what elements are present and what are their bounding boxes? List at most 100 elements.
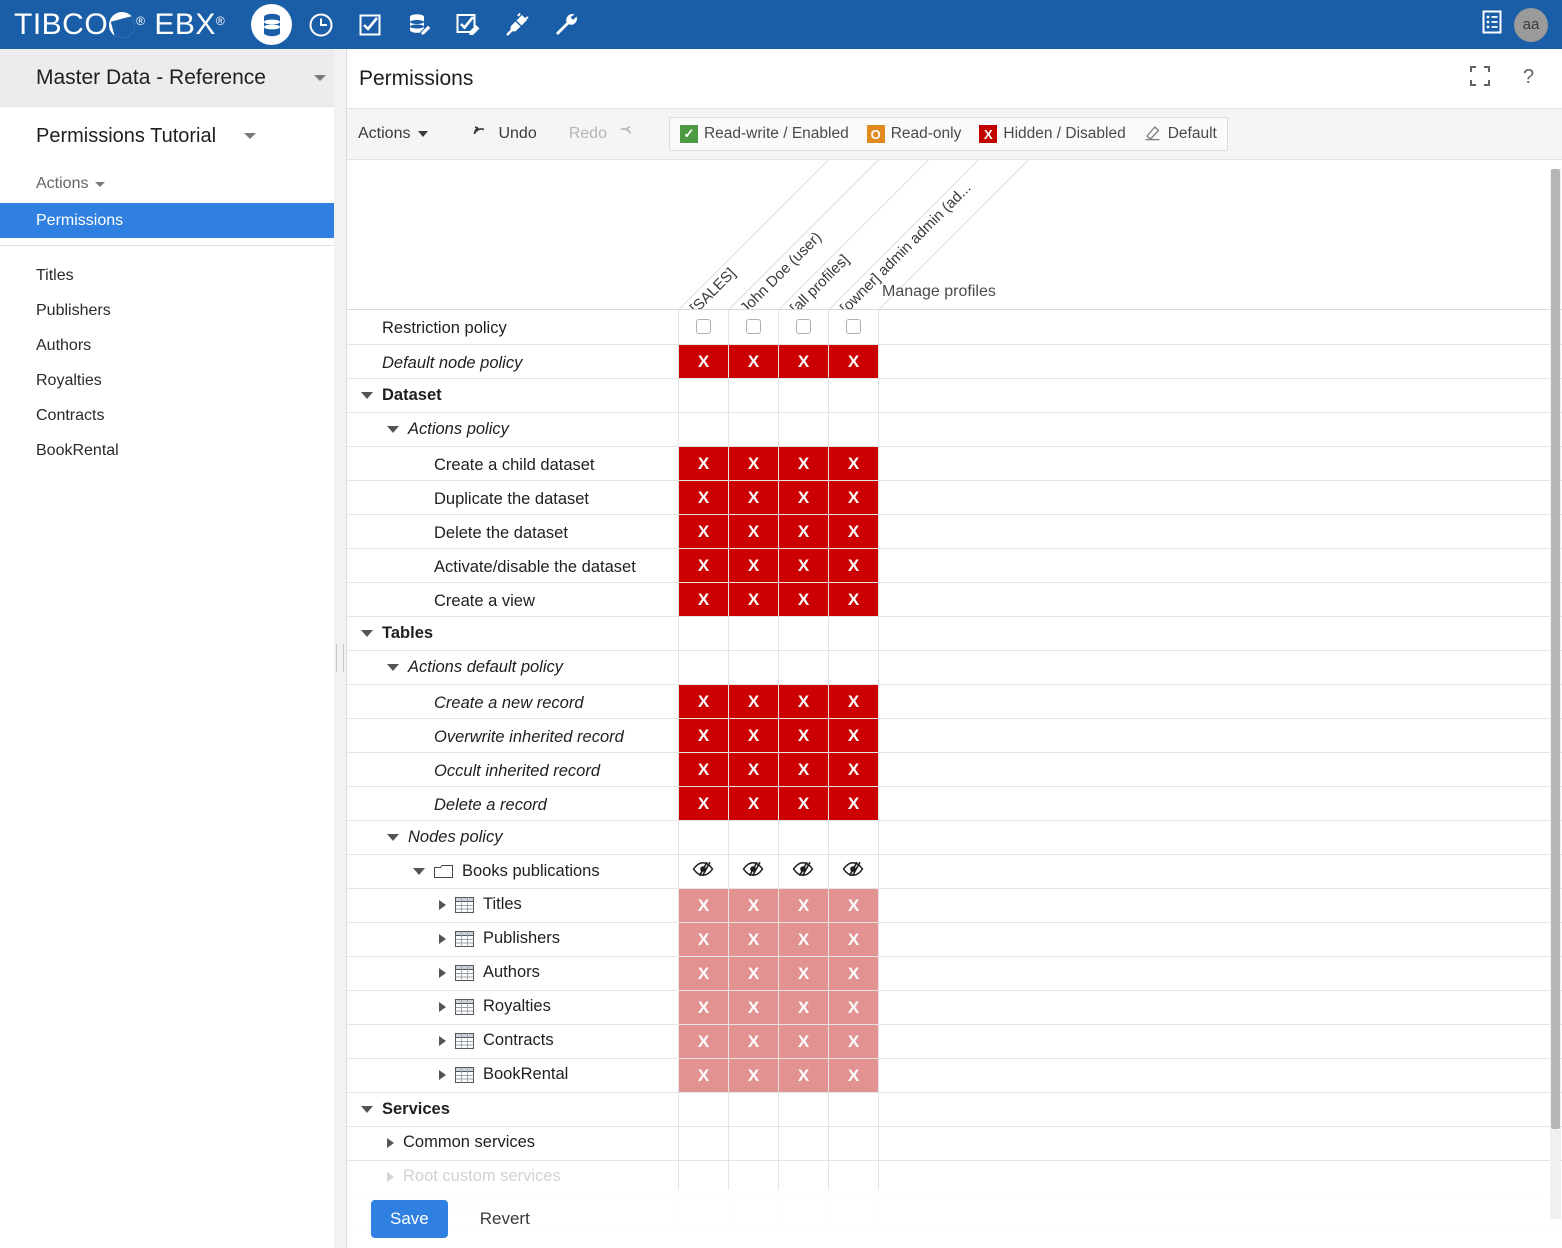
- hidden-disabled-marker[interactable]: X: [828, 990, 879, 1024]
- table-row[interactable]: Overwrite inherited record X X X X: [347, 718, 1562, 753]
- table-row[interactable]: Tables: [347, 616, 1562, 651]
- hidden-disabled-marker[interactable]: X: [828, 344, 879, 378]
- permission-cell[interactable]: X: [677, 888, 729, 923]
- hidden-disabled-marker[interactable]: X: [678, 514, 729, 548]
- hidden-disabled-marker[interactable]: X: [828, 1024, 879, 1058]
- permission-cell[interactable]: X: [727, 1024, 779, 1059]
- hidden-disabled-marker[interactable]: X: [678, 480, 729, 514]
- permission-cell[interactable]: X: [777, 786, 829, 821]
- hidden-disabled-marker[interactable]: X: [728, 684, 779, 718]
- permission-cell[interactable]: X: [777, 752, 829, 787]
- save-button[interactable]: Save: [371, 1200, 448, 1238]
- permission-cell[interactable]: X: [727, 514, 779, 549]
- collapse-triangle-icon[interactable]: [413, 868, 425, 875]
- hidden-disabled-marker[interactable]: X: [728, 446, 779, 480]
- hidden-disabled-marker[interactable]: X: [778, 344, 829, 378]
- permission-cell[interactable]: X: [827, 752, 879, 787]
- hidden-disabled-marker[interactable]: X: [828, 718, 879, 752]
- hidden-disabled-marker[interactable]: X: [828, 956, 879, 990]
- column-header-sales[interactable]: [SALES]: [687, 265, 739, 309]
- redo-button[interactable]: Redo: [569, 125, 632, 144]
- table-row[interactable]: Nodes policy: [347, 820, 1562, 855]
- permission-cell[interactable]: [777, 854, 828, 889]
- restriction-checkbox[interactable]: [745, 319, 761, 335]
- permission-cell[interactable]: X: [677, 344, 729, 379]
- permission-cell[interactable]: [777, 378, 828, 413]
- permission-cell[interactable]: X: [827, 786, 879, 821]
- eye-slash-icon[interactable]: [842, 861, 864, 881]
- table-row[interactable]: Services: [347, 1092, 1562, 1127]
- revert-button[interactable]: Revert: [474, 1208, 536, 1230]
- sidebar-item-contracts[interactable]: Contracts: [0, 398, 340, 433]
- hidden-disabled-marker[interactable]: X: [828, 888, 879, 922]
- hidden-disabled-marker[interactable]: X: [828, 514, 879, 548]
- permission-cell[interactable]: X: [727, 446, 779, 481]
- chevron-down-icon[interactable]: [244, 133, 257, 139]
- permission-cell[interactable]: X: [777, 344, 829, 379]
- permission-cell[interactable]: X: [727, 990, 779, 1025]
- table-row[interactable]: Publishers X X X X: [347, 922, 1562, 957]
- hidden-disabled-marker[interactable]: X: [728, 1024, 779, 1058]
- permission-cell[interactable]: X: [827, 344, 879, 379]
- table-row[interactable]: Root custom services: [347, 1160, 1562, 1195]
- hidden-disabled-marker[interactable]: X: [828, 786, 879, 820]
- hidden-disabled-marker[interactable]: X: [728, 956, 779, 990]
- permission-cell[interactable]: X: [677, 446, 729, 481]
- permission-cell[interactable]: X: [677, 718, 729, 753]
- hidden-disabled-marker[interactable]: X: [778, 922, 829, 956]
- eye-slash-icon[interactable]: [692, 861, 714, 881]
- hidden-disabled-marker[interactable]: X: [728, 582, 779, 616]
- restriction-checkbox[interactable]: [845, 319, 861, 335]
- permission-cell[interactable]: [777, 1160, 828, 1195]
- scrollbar-thumb[interactable]: [1551, 169, 1560, 1129]
- hidden-disabled-marker[interactable]: X: [678, 684, 729, 718]
- permission-cell[interactable]: [827, 412, 879, 447]
- collapse-triangle-icon[interactable]: [387, 426, 399, 433]
- restriction-checkbox[interactable]: [695, 319, 711, 335]
- permission-cell[interactable]: [677, 310, 728, 345]
- permission-cell[interactable]: X: [727, 752, 779, 787]
- hidden-disabled-marker[interactable]: X: [828, 582, 879, 616]
- permission-cell[interactable]: X: [827, 446, 879, 481]
- hidden-disabled-marker[interactable]: X: [728, 480, 779, 514]
- permission-cell[interactable]: X: [827, 718, 879, 753]
- permission-cell[interactable]: X: [727, 956, 779, 991]
- table-row[interactable]: Delete a record X X X X: [347, 786, 1562, 821]
- hidden-disabled-marker[interactable]: X: [728, 786, 779, 820]
- permission-cell[interactable]: X: [777, 582, 829, 617]
- permission-cell[interactable]: [677, 616, 728, 651]
- permission-cell[interactable]: X: [777, 888, 829, 923]
- permission-cell[interactable]: X: [777, 956, 829, 991]
- permission-cell[interactable]: X: [827, 1024, 879, 1059]
- hidden-disabled-marker[interactable]: X: [728, 1058, 779, 1092]
- permission-cell[interactable]: [777, 650, 828, 685]
- hidden-disabled-marker[interactable]: X: [728, 990, 779, 1024]
- hidden-disabled-marker[interactable]: X: [678, 1024, 729, 1058]
- table-row[interactable]: Restriction policy: [347, 310, 1562, 345]
- toolbar-actions-menu[interactable]: Actions: [358, 125, 429, 143]
- hidden-disabled-marker[interactable]: X: [778, 752, 829, 786]
- table-row[interactable]: Duplicate the dataset X X X X: [347, 480, 1562, 515]
- eye-slash-icon[interactable]: [792, 861, 814, 881]
- sidebar-item-publishers[interactable]: Publishers: [0, 293, 340, 328]
- check-square-icon[interactable]: [345, 0, 394, 49]
- permission-cell[interactable]: X: [677, 548, 729, 583]
- permission-cell[interactable]: [727, 378, 778, 413]
- permission-cell[interactable]: [827, 854, 879, 889]
- table-row[interactable]: Authors X X X X: [347, 956, 1562, 991]
- hidden-disabled-marker[interactable]: X: [728, 548, 779, 582]
- legend-item-hidden[interactable]: X Hidden / Disabled: [979, 125, 1126, 143]
- table-row[interactable]: Royalties X X X X: [347, 990, 1562, 1025]
- permission-cell[interactable]: X: [777, 922, 829, 957]
- hidden-disabled-marker[interactable]: X: [678, 582, 729, 616]
- table-row[interactable]: Dataset: [347, 378, 1562, 413]
- avatar[interactable]: aa: [1514, 7, 1548, 42]
- table-row[interactable]: Create a new record X X X X: [347, 684, 1562, 719]
- hidden-disabled-marker[interactable]: X: [778, 446, 829, 480]
- expand-triangle-icon[interactable]: [439, 1001, 446, 1012]
- permission-cell[interactable]: [677, 650, 728, 685]
- list-panel-icon[interactable]: [1478, 8, 1506, 41]
- permission-cell[interactable]: X: [727, 480, 779, 515]
- hidden-disabled-marker[interactable]: X: [678, 548, 729, 582]
- hidden-disabled-marker[interactable]: X: [728, 752, 779, 786]
